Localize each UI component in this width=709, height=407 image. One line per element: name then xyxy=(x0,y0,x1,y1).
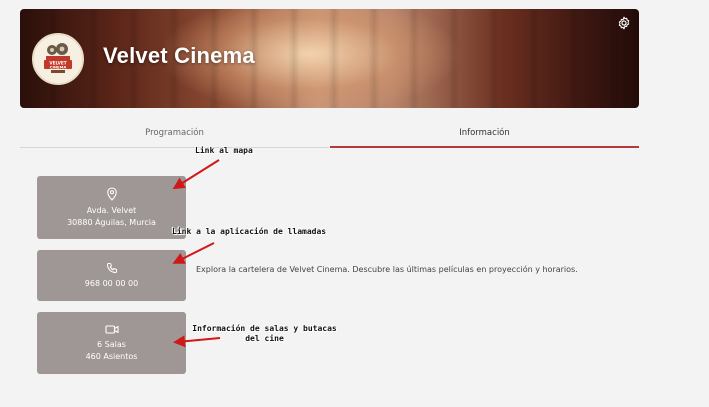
cinema-logo: VELVET CINEMA xyxy=(32,33,84,85)
annotation-rooms-line-1: Información de salas y butacas xyxy=(192,324,337,333)
header-banner: VELVET CINEMA Velvet Cinema xyxy=(20,9,639,108)
rooms-count: 6 Salas xyxy=(97,339,126,349)
annotation-call-link: Link a la aplicación de llamadas xyxy=(172,227,327,236)
video-camera-icon xyxy=(104,324,119,334)
phone-number: 968 00 00 00 xyxy=(84,278,139,288)
annotation-rooms-line-2: del cine xyxy=(245,334,284,343)
svg-text:CINEMA: CINEMA xyxy=(50,65,67,70)
address-card[interactable]: Avda. Velvet 30880 Águilas, Murcia xyxy=(37,176,186,239)
page-title: Velvet Cinema xyxy=(103,43,255,68)
tab-informacion[interactable]: Información xyxy=(330,119,639,148)
seats-count: 460 Asientos xyxy=(85,351,138,361)
tab-programacion[interactable]: Programación xyxy=(20,119,329,148)
cinema-description: Explora la cartelera de Velvet Cinema. D… xyxy=(196,265,578,274)
tab-bar: Programación Información xyxy=(20,119,639,148)
address-line-1: Avda. Velvet xyxy=(86,205,137,215)
gear-icon[interactable] xyxy=(617,16,631,30)
annotation-map-link: Link al mapa xyxy=(195,146,253,155)
velvet-cinema-logo: VELVET CINEMA xyxy=(44,43,72,73)
annotation-rooms-info: Información de salas y butacas del cine xyxy=(186,324,343,344)
location-pin-icon xyxy=(106,186,117,201)
phone-icon xyxy=(106,262,117,273)
address-line-2: 30880 Águilas, Murcia xyxy=(67,217,156,227)
rooms-card[interactable]: 6 Salas 460 Asientos xyxy=(37,312,186,374)
phone-card[interactable]: 968 00 00 00 xyxy=(37,250,186,301)
